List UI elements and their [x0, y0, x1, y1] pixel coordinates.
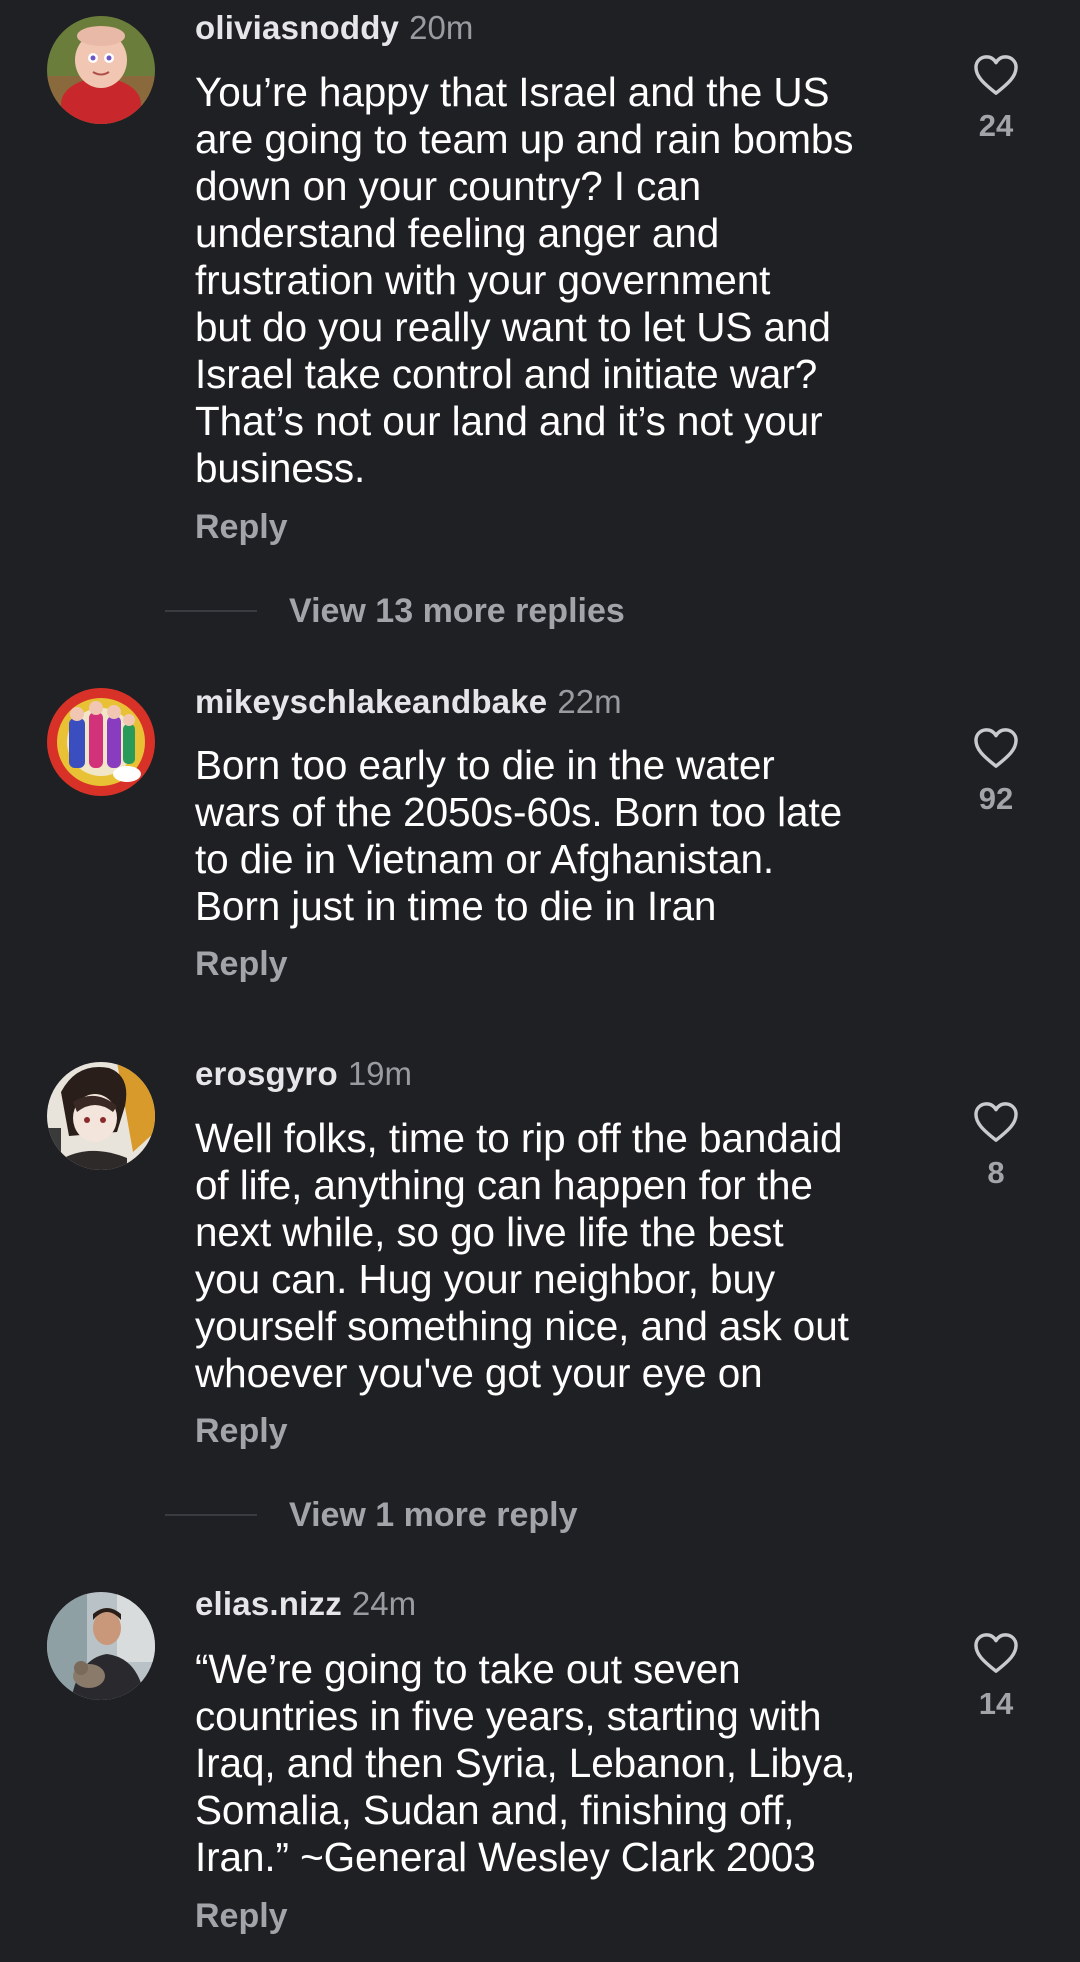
divider-line — [165, 1514, 257, 1516]
comment-time: 19m — [347, 1055, 413, 1092]
like-count: 14 — [978, 1686, 1014, 1721]
like-button[interactable]: 8 — [955, 1101, 1037, 1191]
heart-icon — [974, 728, 1018, 768]
like-button[interactable]: 24 — [955, 54, 1037, 144]
heart-icon — [974, 1102, 1018, 1142]
comment-text: You’re happy that Israel and the US are … — [195, 69, 854, 491]
view-more-replies[interactable]: View 13 more replies — [165, 591, 625, 631]
reply-button[interactable]: Reply — [195, 1897, 288, 1936]
reply-button[interactable]: Reply — [195, 508, 288, 547]
comment-text: Well folks, time to rip off the bandaid … — [195, 1115, 849, 1396]
view-more-label: View 1 more reply — [289, 1496, 578, 1534]
like-count: 92 — [978, 781, 1014, 816]
reply-button[interactable]: Reply — [195, 945, 288, 984]
divider-line — [165, 610, 257, 612]
comment-meta: elias.nizz 24m — [195, 1584, 416, 1624]
comment-meta: mikeyschlakeandbake 22m — [195, 682, 622, 722]
like-count: 8 — [987, 1155, 1005, 1190]
username[interactable]: elias.nizz — [195, 1585, 342, 1622]
illustration-avatar-icon[interactable] — [47, 688, 155, 796]
comment-time: 24m — [351, 1585, 417, 1622]
person-avatar-icon[interactable] — [47, 1592, 155, 1700]
heart-icon — [974, 1633, 1018, 1673]
cartoon-avatar-icon[interactable] — [47, 16, 155, 124]
comment-time: 20m — [409, 9, 474, 46]
reply-button[interactable]: Reply — [195, 1412, 288, 1451]
view-more-label: View 13 more replies — [289, 592, 625, 630]
like-button[interactable]: 92 — [955, 727, 1037, 817]
username[interactable]: oliviasnoddy — [195, 9, 399, 46]
heart-icon — [974, 55, 1018, 95]
comment-meta: erosgyro 19m — [195, 1054, 412, 1094]
comment-meta: oliviasnoddy 20m — [195, 8, 473, 48]
username[interactable]: erosgyro — [195, 1055, 338, 1092]
comment-time: 22m — [557, 683, 622, 720]
comment-text: “We’re going to take out seven countries… — [195, 1646, 856, 1880]
like-button[interactable]: 14 — [955, 1632, 1037, 1722]
username[interactable]: mikeyschlakeandbake — [195, 683, 547, 720]
anime-avatar-icon[interactable] — [47, 1062, 155, 1170]
view-more-replies[interactable]: View 1 more reply — [165, 1495, 578, 1535]
like-count: 24 — [978, 108, 1014, 143]
comment-text: Born too early to die in the water wars … — [195, 742, 843, 929]
